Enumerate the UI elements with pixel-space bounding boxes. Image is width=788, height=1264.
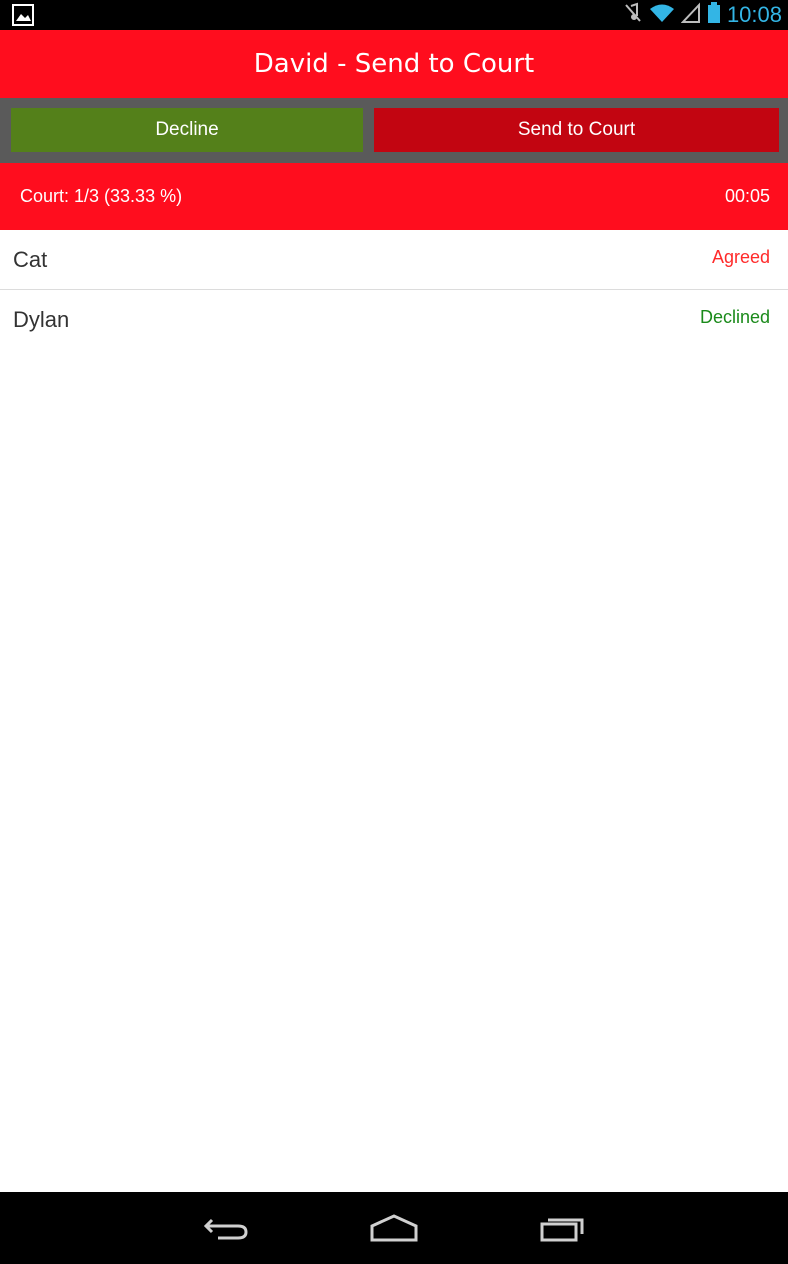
timer: 00:05 — [724, 186, 770, 206]
signal-icon — [680, 2, 701, 28]
mute-icon — [623, 2, 643, 28]
status-icons: 10:08 — [623, 0, 782, 30]
list-item[interactable]: Cat Agreed — [0, 230, 788, 290]
send-to-court-button[interactable]: Send to Court — [374, 108, 779, 152]
voter-name: Cat — [13, 247, 48, 272]
clock: 10:08 — [726, 2, 782, 27]
status-bar: 10:08 — [0, 0, 788, 30]
voter-name: Dylan — [13, 307, 70, 332]
back-icon[interactable] — [198, 1210, 258, 1246]
battery-icon — [707, 2, 721, 28]
list-item[interactable]: Dylan Declined — [0, 290, 788, 350]
page-title-bar: David - Send to Court — [0, 30, 788, 98]
decline-button[interactable]: Decline — [11, 108, 363, 152]
page-title: David - Send to Court — [253, 49, 535, 79]
action-strip: Decline Send to Court — [0, 98, 788, 163]
court-progress-header: Court: 1/3 (33.33 %) 00:05 — [0, 163, 788, 230]
recent-apps-icon[interactable] — [534, 1210, 594, 1246]
wifi-icon — [649, 2, 675, 28]
voter-status: Agreed — [711, 247, 770, 267]
court-progress-label: Court: 1/3 (33.33 %) — [20, 186, 183, 206]
voter-list: Cat Agreed Dylan Declined — [0, 230, 788, 350]
home-icon[interactable] — [364, 1210, 424, 1246]
image-icon — [12, 4, 34, 26]
voter-status: Declined — [699, 307, 770, 327]
navigation-bar — [0, 1192, 788, 1264]
